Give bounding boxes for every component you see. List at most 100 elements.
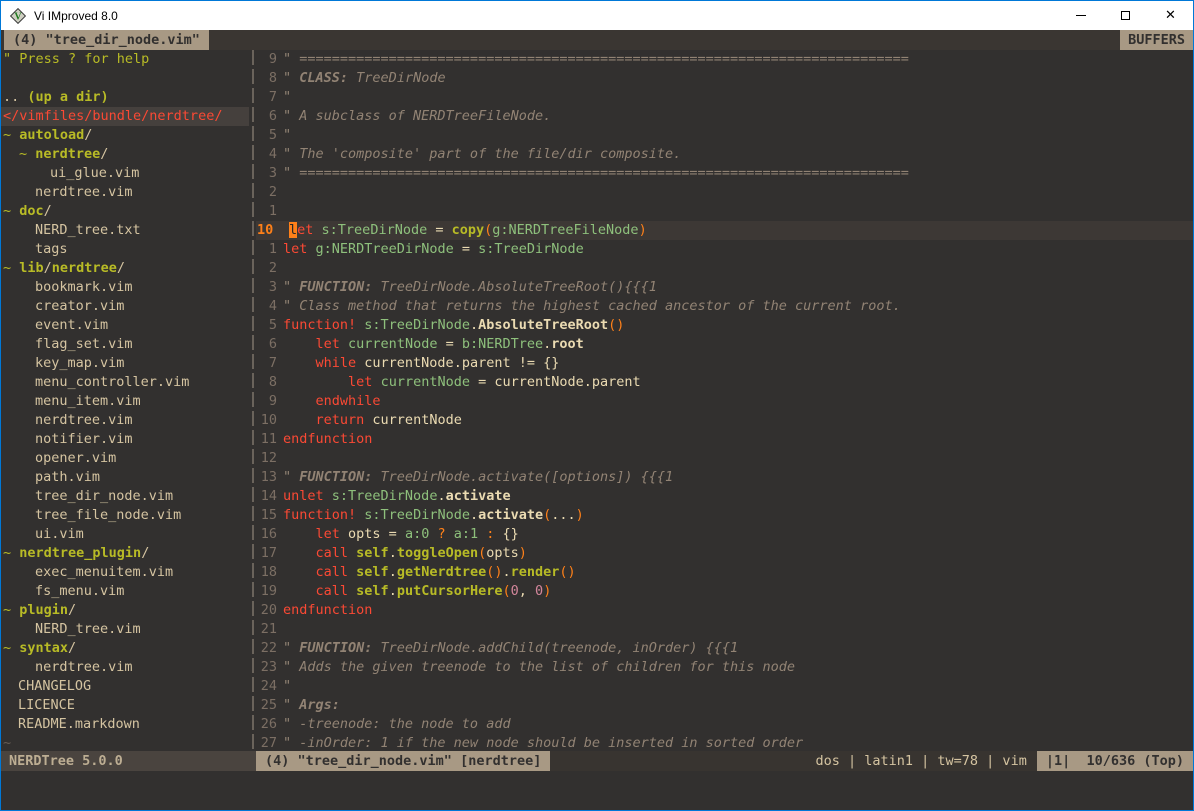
code-line[interactable]: 8" CLASS: TreeDirNode [256, 69, 1193, 88]
code-line[interactable]: 6" A subclass of NERDTreeFileNode. [256, 107, 1193, 126]
tree-item[interactable]: tags [1, 240, 249, 259]
code-line[interactable]: 17 call self.toggleOpen(opts) [256, 544, 1193, 563]
tree-item[interactable]: creator.vim [1, 297, 249, 316]
code-line[interactable]: 22" FUNCTION: TreeDirNode.addChild(treen… [256, 639, 1193, 658]
code-line[interactable]: 16 let opts = a:0 ? a:1 : {} [256, 525, 1193, 544]
tree-root-path[interactable]: </vimfiles/bundle/nerdtree/ [1, 107, 249, 126]
code-line[interactable]: 24" [256, 677, 1193, 696]
tree-item[interactable]: menu_controller.vim [1, 373, 249, 392]
code-line[interactable]: 18 call self.getNerdtree().render() [256, 563, 1193, 582]
command-line[interactable] [1, 771, 1193, 810]
tree-item[interactable]: ~ lib/nerdtree/ [1, 259, 249, 278]
tree-item[interactable]: " Press ? for help [1, 50, 249, 69]
tree-item[interactable]: tree_file_node.vim [1, 506, 249, 525]
tree-item[interactable]: ui.vim [1, 525, 249, 544]
buffer-bar: (4) "tree_dir_node.vim" BUFFERS [1, 30, 1193, 50]
tree-item[interactable]: event.vim [1, 316, 249, 335]
tree-item[interactable]: ~ [1, 734, 249, 751]
tree-item[interactable]: exec_menuitem.vim [1, 563, 249, 582]
window-split-separator[interactable] [249, 50, 256, 751]
code-line[interactable]: 10 return currentNode [256, 411, 1193, 430]
tree-item[interactable]: LICENCE [1, 696, 249, 715]
code-line[interactable]: 5" [256, 126, 1193, 145]
code-line[interactable]: 23" Adds the given treenode to the list … [256, 658, 1193, 677]
code-line[interactable]: 21 [256, 620, 1193, 639]
line-number: 25 [256, 696, 283, 715]
tree-item[interactable]: ui_glue.vim [1, 164, 249, 183]
code-line[interactable]: 5function! s:TreeDirNode.AbsoluteTreeRoo… [256, 316, 1193, 335]
minimize-button[interactable] [1058, 1, 1103, 30]
tree-item[interactable]: notifier.vim [1, 430, 249, 449]
code-text: function! s:TreeDirNode.AbsoluteTreeRoot… [283, 316, 1193, 335]
tree-item[interactable]: .. (up a dir) [1, 88, 249, 107]
code-line[interactable]: 26" -treenode: the node to add [256, 715, 1193, 734]
code-line[interactable]: 9" =====================================… [256, 50, 1193, 69]
code-line[interactable]: 8 let currentNode = currentNode.parent [256, 373, 1193, 392]
tree-item[interactable]: path.vim [1, 468, 249, 487]
tree-item[interactable]: ~ doc/ [1, 202, 249, 221]
tree-item[interactable]: nerdtree.vim [1, 658, 249, 677]
code-line[interactable]: 14unlet s:TreeDirNode.activate [256, 487, 1193, 506]
buffer-tab-active[interactable]: (4) "tree_dir_node.vim" [4, 30, 209, 50]
line-number: 26 [256, 715, 283, 734]
code-line[interactable]: 9 endwhile [256, 392, 1193, 411]
code-text: " Args: [283, 696, 1193, 715]
code-text [283, 449, 1193, 468]
code-line[interactable]: 15function! s:TreeDirNode.activate(...) [256, 506, 1193, 525]
line-number: 7 [256, 88, 283, 107]
code-text [283, 620, 1193, 639]
statusline-filename: (4) "tree_dir_node.vim" [nerdtree] [256, 751, 550, 771]
code-line[interactable]: 1let g:NERDTreeDirNode = s:TreeDirNode [256, 240, 1193, 259]
tree-item[interactable]: opener.vim [1, 449, 249, 468]
code-line[interactable]: 7 while currentNode.parent != {} [256, 354, 1193, 373]
tree-item[interactable]: menu_item.vim [1, 392, 249, 411]
tree-item[interactable]: ~ nerdtree_plugin/ [1, 544, 249, 563]
line-number: 8 [256, 69, 283, 88]
vim-window: V Vi IMproved 8.0 ✕ (4) "tree_dir_node.v… [0, 0, 1194, 811]
code-line[interactable]: 7" [256, 88, 1193, 107]
code-text: " A subclass of NERDTreeFileNode. [283, 107, 1193, 126]
code-text: unlet s:TreeDirNode.activate [283, 487, 1193, 506]
code-line[interactable]: 6 let currentNode = b:NERDTree.root [256, 335, 1193, 354]
line-number: 2 [256, 259, 283, 278]
code-line[interactable]: 25" Args: [256, 696, 1193, 715]
line-number: 21 [256, 620, 283, 639]
tree-item[interactable]: ~ nerdtree/ [1, 145, 249, 164]
code-text [283, 183, 1193, 202]
code-line-current[interactable]: 10let s:TreeDirNode = copy(g:NERDTreeFil… [256, 221, 1193, 240]
code-text: endfunction [283, 430, 1193, 449]
line-number: 12 [256, 449, 283, 468]
tree-item[interactable]: NERD_tree.vim [1, 620, 249, 639]
code-line[interactable]: 11endfunction [256, 430, 1193, 449]
tree-item[interactable]: nerdtree.vim [1, 411, 249, 430]
tree-item[interactable]: nerdtree.vim [1, 183, 249, 202]
tree-item[interactable]: key_map.vim [1, 354, 249, 373]
code-line[interactable]: 13" FUNCTION: TreeDirNode.activate([opti… [256, 468, 1193, 487]
tree-item[interactable]: flag_set.vim [1, 335, 249, 354]
code-line[interactable]: 12 [256, 449, 1193, 468]
tree-item[interactable]: bookmark.vim [1, 278, 249, 297]
tree-item[interactable]: fs_menu.vim [1, 582, 249, 601]
code-line[interactable]: 3" FUNCTION: TreeDirNode.AbsoluteTreeRoo… [256, 278, 1193, 297]
code-line[interactable]: 3" =====================================… [256, 164, 1193, 183]
code-line[interactable]: 27" -inOrder: 1 if the new node should b… [256, 734, 1193, 751]
code-line[interactable]: 1 [256, 202, 1193, 221]
tree-item[interactable]: ~ syntax/ [1, 639, 249, 658]
code-line[interactable]: 2 [256, 183, 1193, 202]
code-line[interactable]: 19 call self.putCursorHere(0, 0) [256, 582, 1193, 601]
tree-item[interactable]: CHANGELOG [1, 677, 249, 696]
close-button[interactable]: ✕ [1148, 1, 1193, 30]
tree-item[interactable]: tree_dir_node.vim [1, 487, 249, 506]
tree-item[interactable]: NERD_tree.txt [1, 221, 249, 240]
code-line[interactable]: 20endfunction [256, 601, 1193, 620]
code-line[interactable]: 2 [256, 259, 1193, 278]
editor-statusline: (4) "tree_dir_node.vim" [nerdtree] dos |… [256, 751, 1193, 771]
tree-item[interactable]: README.markdown [1, 715, 249, 734]
line-number: 18 [256, 563, 283, 582]
tree-item[interactable]: ~ autoload/ [1, 126, 249, 145]
tree-item[interactable]: ~ plugin/ [1, 601, 249, 620]
line-number: 8 [256, 373, 283, 392]
code-line[interactable]: 4" Class method that returns the highest… [256, 297, 1193, 316]
maximize-button[interactable] [1103, 1, 1148, 30]
code-line[interactable]: 4" The 'composite' part of the file/dir … [256, 145, 1193, 164]
